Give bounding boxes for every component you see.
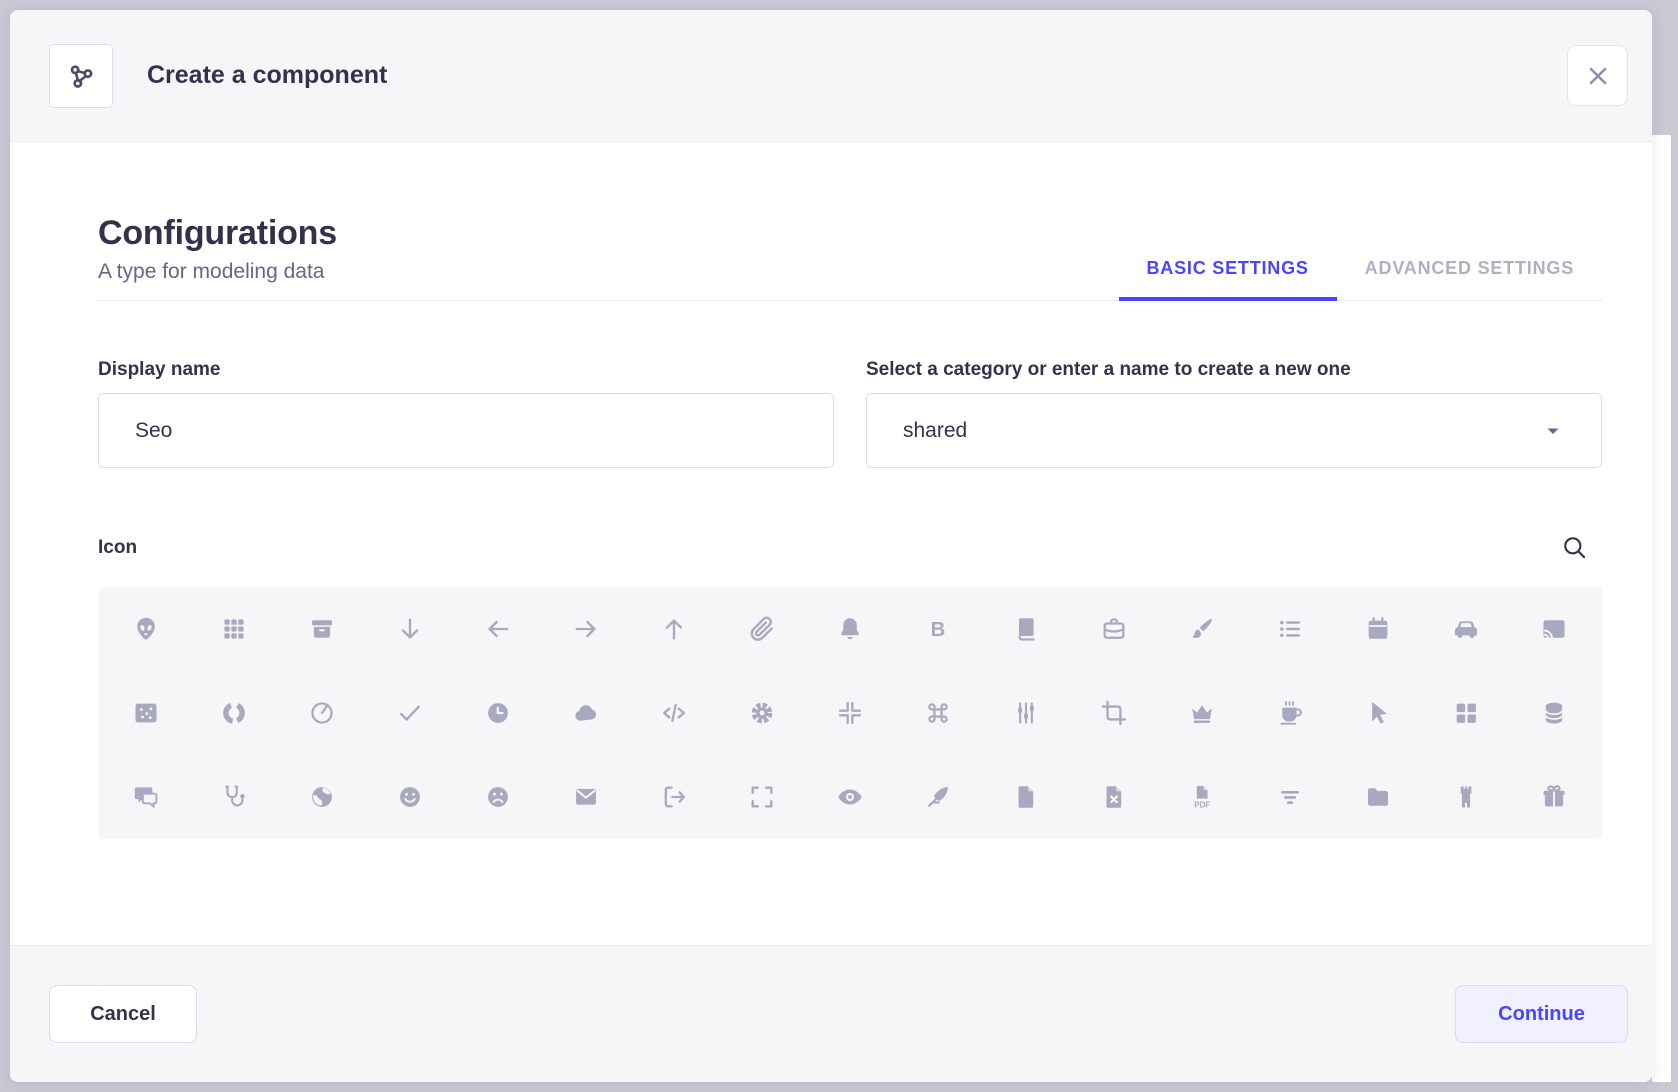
svg-text:PDF: PDF bbox=[1194, 801, 1210, 810]
display-name-field-group: Display name bbox=[98, 359, 834, 468]
exit-icon[interactable] bbox=[660, 783, 688, 811]
gate-icon[interactable] bbox=[1452, 783, 1480, 811]
brush-icon[interactable] bbox=[1188, 615, 1216, 643]
car-icon[interactable] bbox=[1452, 615, 1480, 643]
close-icon bbox=[1585, 63, 1611, 89]
arrow-up-icon[interactable] bbox=[660, 615, 688, 643]
file-error-icon[interactable] bbox=[1100, 783, 1128, 811]
chart-bubble-icon[interactable] bbox=[132, 699, 160, 727]
emotion-happy-icon[interactable] bbox=[396, 783, 424, 811]
svg-text:B: B bbox=[931, 619, 946, 641]
close-button[interactable] bbox=[1567, 45, 1628, 106]
clock-icon[interactable] bbox=[484, 699, 512, 727]
form-row: Display name Select a category or enter … bbox=[98, 359, 1602, 468]
page-subtitle: A type for modeling data bbox=[98, 260, 337, 284]
discuss-icon[interactable] bbox=[132, 783, 160, 811]
archive-icon[interactable] bbox=[308, 615, 336, 643]
alien-icon[interactable] bbox=[132, 615, 160, 643]
chevron-down-icon bbox=[1541, 419, 1565, 443]
cloud-icon[interactable] bbox=[572, 699, 600, 727]
bold-icon[interactable]: B bbox=[924, 615, 952, 643]
apps-icon[interactable] bbox=[220, 615, 248, 643]
category-select-value: shared bbox=[903, 419, 967, 443]
cursor-icon[interactable] bbox=[1364, 699, 1392, 727]
search-button[interactable] bbox=[1561, 534, 1588, 561]
file-icon[interactable] bbox=[1012, 783, 1040, 811]
emotion-unhappy-icon[interactable] bbox=[484, 783, 512, 811]
category-select[interactable]: shared bbox=[866, 393, 1602, 468]
code-icon[interactable] bbox=[660, 699, 688, 727]
display-name-label: Display name bbox=[98, 359, 834, 381]
icon-picker-section: Icon B PDF bbox=[98, 534, 1602, 839]
command-icon[interactable] bbox=[924, 699, 952, 727]
check-icon[interactable] bbox=[396, 699, 424, 727]
envelop-icon[interactable] bbox=[572, 783, 600, 811]
component-icon bbox=[49, 44, 113, 108]
category-label: Select a category or enter a name to cre… bbox=[866, 359, 1602, 381]
cast-icon[interactable] bbox=[1540, 615, 1568, 643]
bell-icon[interactable] bbox=[836, 615, 864, 643]
crown-icon[interactable] bbox=[1188, 699, 1216, 727]
earth-icon[interactable] bbox=[308, 783, 336, 811]
section-header: Configurations A type for modeling data … bbox=[98, 214, 1602, 301]
connector-icon[interactable] bbox=[1012, 699, 1040, 727]
bullet-list-icon[interactable] bbox=[1276, 615, 1304, 643]
arrow-left-icon[interactable] bbox=[484, 615, 512, 643]
attachment-icon[interactable] bbox=[748, 615, 776, 643]
settings-tabs: BASIC SETTINGS ADVANCED SETTINGS bbox=[1119, 244, 1603, 300]
folder-icon[interactable] bbox=[1364, 783, 1392, 811]
modal-header: Create a component bbox=[10, 10, 1652, 142]
chart-pie-icon[interactable] bbox=[308, 699, 336, 727]
tab-basic-settings[interactable]: BASIC SETTINGS bbox=[1119, 244, 1337, 301]
arrow-right-icon[interactable] bbox=[572, 615, 600, 643]
cup-icon[interactable] bbox=[1276, 699, 1304, 727]
continue-button[interactable]: Continue bbox=[1455, 985, 1628, 1043]
background-page-strip bbox=[1652, 135, 1671, 1082]
cancel-button[interactable]: Cancel bbox=[49, 985, 197, 1043]
gift-icon[interactable] bbox=[1540, 783, 1568, 811]
chart-circle-icon[interactable] bbox=[220, 699, 248, 727]
book-icon[interactable] bbox=[1012, 615, 1040, 643]
doctor-icon[interactable] bbox=[220, 783, 248, 811]
dashboard-icon[interactable] bbox=[1452, 699, 1480, 727]
feather-icon[interactable] bbox=[924, 783, 952, 811]
display-name-input[interactable] bbox=[98, 393, 834, 468]
expand-icon[interactable] bbox=[748, 783, 776, 811]
create-component-modal: Create a component Configurations A type… bbox=[10, 10, 1652, 1082]
icon-grid: B PDF bbox=[98, 587, 1602, 839]
category-field-group: Select a category or enter a name to cre… bbox=[866, 359, 1602, 468]
collapse-icon[interactable] bbox=[836, 699, 864, 727]
modal-title: Create a component bbox=[147, 61, 1567, 90]
briefcase-icon[interactable] bbox=[1100, 615, 1128, 643]
file-pdf-icon[interactable]: PDF bbox=[1188, 783, 1216, 811]
crop-icon[interactable] bbox=[1100, 699, 1128, 727]
calendar-icon[interactable] bbox=[1364, 615, 1392, 643]
tab-advanced-settings[interactable]: ADVANCED SETTINGS bbox=[1337, 244, 1602, 301]
filter-icon[interactable] bbox=[1276, 783, 1304, 811]
eye-icon[interactable] bbox=[836, 783, 864, 811]
page-title: Configurations bbox=[98, 214, 337, 253]
modal-footer: Cancel Continue bbox=[10, 945, 1652, 1082]
modal-body: Configurations A type for modeling data … bbox=[10, 142, 1652, 945]
search-icon bbox=[1561, 534, 1588, 561]
database-icon[interactable] bbox=[1540, 699, 1568, 727]
cog-icon[interactable] bbox=[748, 699, 776, 727]
icon-label: Icon bbox=[98, 537, 137, 559]
arrow-down-icon[interactable] bbox=[396, 615, 424, 643]
